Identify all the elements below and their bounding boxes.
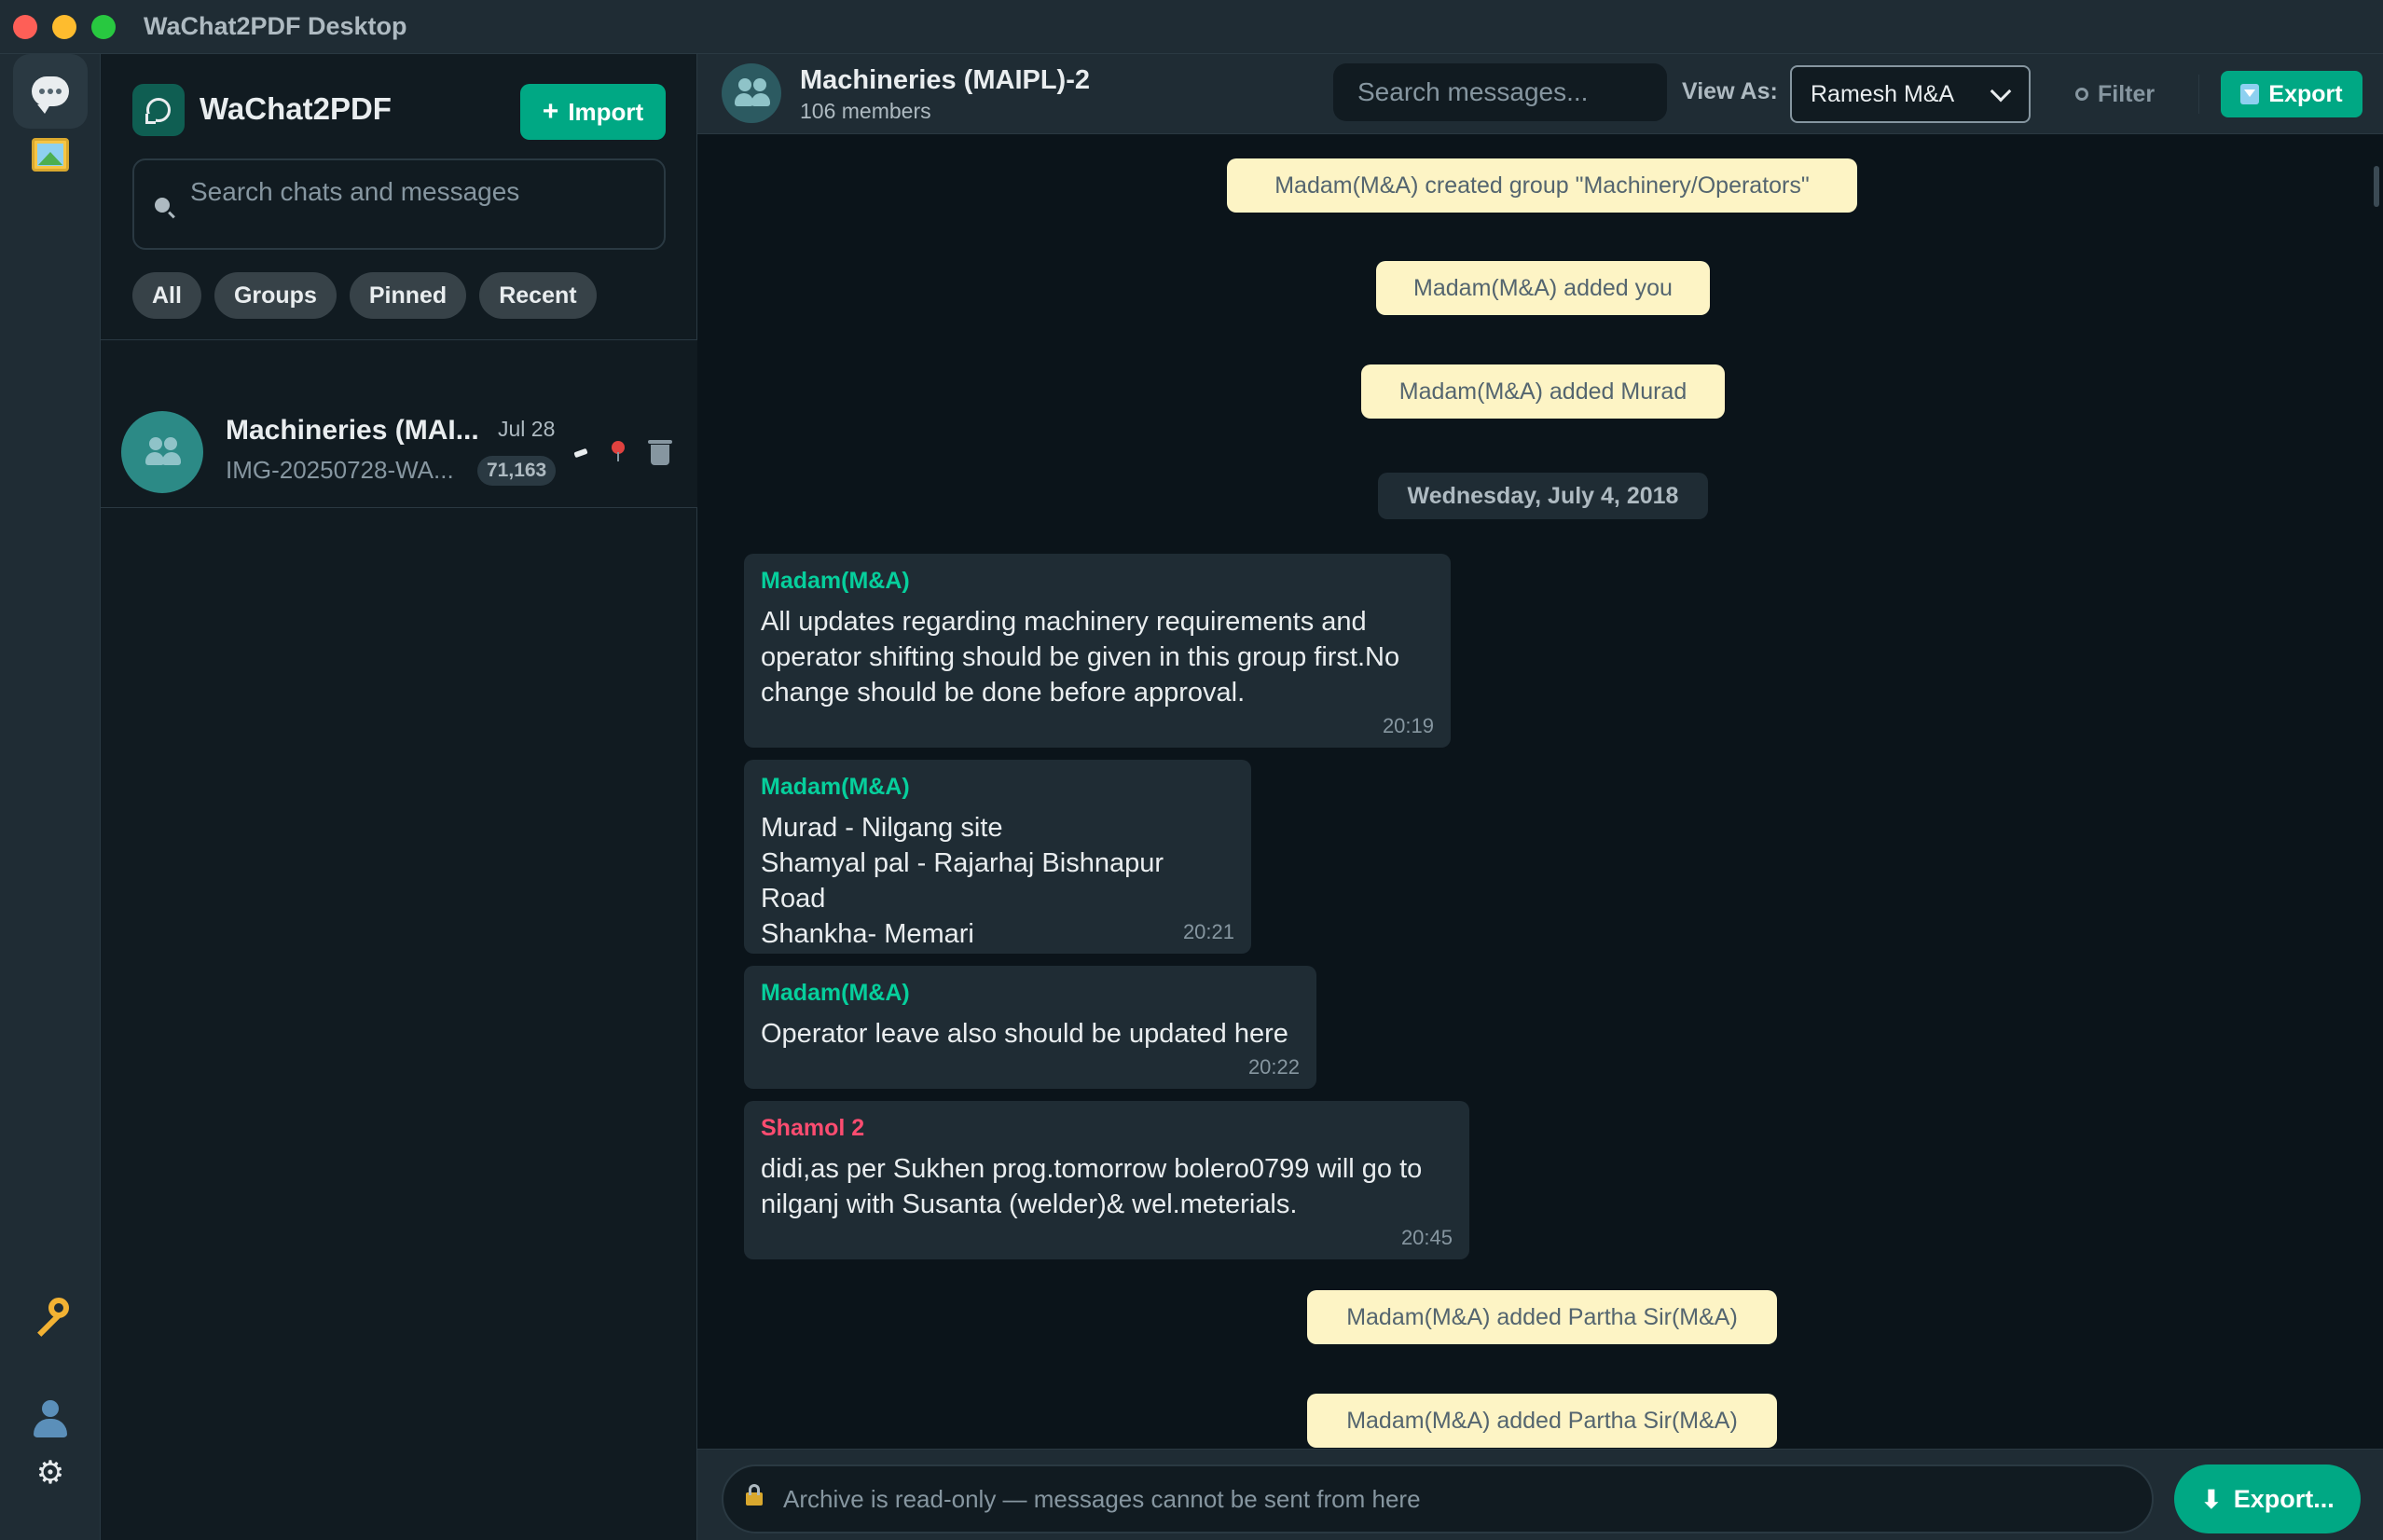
message-text: Operator leave also should be updated he… — [761, 1019, 1288, 1049]
header-divider — [2198, 75, 2199, 114]
window-controls — [13, 14, 116, 39]
message-text: Murad - Nilgang site Shamyal pal - Rajar… — [761, 813, 1164, 949]
message-bubble: Shamol 2 didi,as per Sukhen prog.tomorro… — [744, 1101, 1469, 1259]
system-message: Madam(M&A) added Partha Sir(M&A) — [1307, 1394, 1777, 1448]
brand-name: WaChat2PDF — [200, 91, 392, 126]
import-button[interactable]: + Import — [520, 84, 666, 140]
message-bubble: Madam(M&A) All updates regarding machine… — [744, 554, 1451, 748]
message-search-input[interactable] — [1333, 63, 1667, 121]
close-window-button[interactable] — [13, 14, 37, 39]
chevron-down-icon — [1990, 80, 2012, 103]
header-group-avatar — [722, 63, 781, 123]
nav-rail: ⚙ — [0, 54, 101, 1540]
filter-button[interactable]: Filter — [2075, 71, 2155, 117]
key-icon — [30, 1296, 71, 1337]
message-text: All updates regarding machinery requirem… — [761, 607, 1400, 708]
delete-icon[interactable] — [648, 440, 672, 465]
message-search-box[interactable] — [1333, 63, 1667, 121]
group-icon — [144, 433, 183, 471]
rename-icon[interactable] — [573, 447, 588, 459]
import-label: Import — [568, 97, 644, 126]
chat-bubble-icon — [32, 76, 69, 114]
system-message: Madam(M&A) created group "Machinery/Oper… — [1227, 158, 1857, 213]
filter-chip-all[interactable]: All — [132, 272, 201, 319]
message-sender: Madam(M&A) — [761, 980, 910, 1006]
chat-list-item[interactable]: Machineries (MAI... Jul 28 IMG-20250728-… — [101, 340, 697, 508]
filter-chips: All Groups Pinned Recent — [132, 272, 597, 319]
export-label: Export — [2268, 80, 2343, 107]
search-icon — [155, 198, 170, 213]
group-icon — [733, 75, 772, 112]
message-time: 20:45 — [1400, 1226, 1453, 1249]
readonly-text: Archive is read-only — messages cannot b… — [783, 1485, 1421, 1513]
view-as-value: Ramesh M&A — [1811, 80, 1955, 107]
filter-chip-pinned[interactable]: Pinned — [349, 272, 467, 319]
filter-icon — [2075, 88, 2088, 101]
date-divider: Wednesday, July 4, 2018 — [1378, 473, 1708, 519]
message-time: 20:19 — [1382, 714, 1434, 737]
lock-icon — [746, 1484, 763, 1506]
rail-license-button[interactable] — [13, 1279, 88, 1354]
chat-date: Jul 28 — [498, 417, 556, 441]
chat-name: Machineries (MAI... — [226, 415, 479, 446]
chat-search-box[interactable] — [132, 158, 666, 250]
chat-header: Machineries (MAIPL)-2 106 members View A… — [697, 54, 2383, 134]
filter-chip-groups[interactable]: Groups — [214, 272, 337, 319]
view-as-label: View As: — [1682, 78, 1778, 104]
chat-search-input[interactable] — [190, 173, 647, 211]
title-bar: WaChat2PDF Desktop — [0, 0, 2383, 54]
message-list[interactable]: Madam(M&A) created group "Machinery/Oper… — [697, 134, 2383, 1449]
pin-icon[interactable] — [612, 441, 625, 461]
picture-icon — [32, 138, 69, 172]
message-text: didi,as per Sukhen prog.tomorrow bolero0… — [761, 1154, 1423, 1219]
minimize-window-button[interactable] — [52, 14, 76, 39]
maximize-window-button[interactable] — [91, 14, 116, 39]
system-message: Madam(M&A) added Partha Sir(M&A) — [1307, 1290, 1777, 1344]
chat-title: Machineries (MAIPL)-2 — [800, 65, 1090, 95]
message-bubble: Madam(M&A) Operator leave also should be… — [744, 966, 1316, 1089]
rail-media-button[interactable] — [13, 117, 88, 192]
export-button[interactable]: Export — [2221, 71, 2362, 117]
logo-chat-icon — [145, 98, 171, 124]
gear-icon: ⚙ — [35, 1454, 65, 1492]
message-bubble: Madam(M&A) Murad - Nilgang site Shamyal … — [744, 760, 1251, 954]
message-sender: Madam(M&A) — [761, 568, 910, 594]
system-message: Madam(M&A) added Murad — [1361, 364, 1725, 419]
message-time: 20:21 — [1182, 920, 1234, 943]
filter-label: Filter — [2098, 80, 2156, 107]
plus-icon: + — [542, 96, 559, 127]
export-dialog-button[interactable]: ⬇ Export... — [2174, 1464, 2361, 1533]
readonly-notice: Archive is read-only — messages cannot b… — [722, 1464, 2154, 1533]
chat-list-sidebar: WaChat2PDF + Import All Groups Pinned Re… — [101, 54, 697, 1540]
download-icon — [2240, 84, 2260, 104]
user-icon — [32, 1400, 69, 1437]
message-count-badge: 71,163 — [477, 456, 557, 486]
view-as-select[interactable]: Ramesh M&A — [1790, 65, 2031, 123]
export-dialog-label: Export... — [2233, 1484, 2335, 1513]
group-avatar — [121, 411, 203, 493]
app-logo — [132, 84, 185, 136]
message-sender: Shamol 2 — [761, 1115, 865, 1141]
rail-settings-button[interactable]: ⚙ — [13, 1436, 88, 1510]
message-sender: Madam(M&A) — [761, 774, 910, 800]
scrollbar-thumb[interactable] — [2374, 166, 2379, 207]
download-arrow-icon: ⬇ — [2200, 1483, 2223, 1515]
system-message: Madam(M&A) added you — [1376, 261, 1710, 315]
composer-bar: Archive is read-only — messages cannot b… — [697, 1449, 2383, 1540]
window-title: WaChat2PDF Desktop — [144, 12, 407, 40]
chat-preview: IMG-20250728-WA... — [226, 456, 454, 484]
member-count: 106 members — [800, 99, 931, 123]
message-time: 20:22 — [1247, 1055, 1300, 1079]
filter-chip-recent[interactable]: Recent — [479, 272, 597, 319]
